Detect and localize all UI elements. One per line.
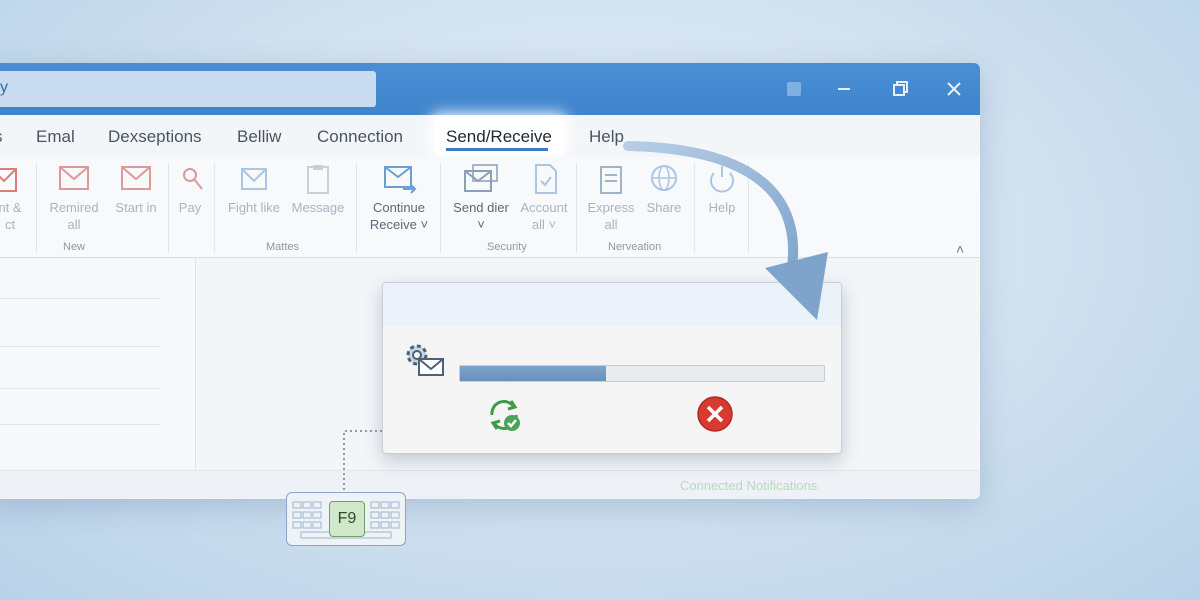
ribbon-button-label: Remired xyxy=(49,200,99,215)
restore-button[interactable] xyxy=(886,75,914,103)
collapse-ribbon-button[interactable]: ˄ xyxy=(956,241,964,257)
envelope-red-icon xyxy=(0,168,17,192)
ribbon-button-start-in[interactable]: Start in xyxy=(108,163,164,216)
ribbon-button-remired-all[interactable]: Remired all xyxy=(44,163,104,233)
list-divider xyxy=(0,424,160,425)
ribbon-button-label: Message xyxy=(291,200,345,215)
ribbon-button-account-all[interactable]: Account all ˅ xyxy=(516,163,572,233)
minimize-icon xyxy=(838,88,850,90)
group-separator xyxy=(36,163,37,253)
list-divider xyxy=(0,388,160,389)
envelope-icon xyxy=(121,166,151,190)
ribbon-button-label: Receive ˅ xyxy=(369,217,429,232)
gear-envelope-icon xyxy=(406,344,444,376)
list-divider xyxy=(0,298,160,299)
sync-check-icon[interactable] xyxy=(484,395,524,435)
tab-send-receive[interactable]: Send/Receive xyxy=(434,117,564,155)
tab-partial[interactable]: s xyxy=(0,127,3,147)
group-separator xyxy=(168,163,169,253)
ribbon-button-label: nt & xyxy=(0,200,22,215)
app-icon[interactable] xyxy=(780,75,808,103)
ribbon-button-label: all ˅ xyxy=(531,217,557,232)
key-icon xyxy=(183,168,203,190)
ribbon-button-label: Pay xyxy=(178,200,202,215)
envelope-arrow-icon xyxy=(59,166,89,190)
restore-icon xyxy=(893,81,908,96)
cancel-x-icon[interactable] xyxy=(697,396,733,432)
list-divider xyxy=(0,346,160,347)
tab-dexseptions[interactable]: Dexseptions xyxy=(108,127,202,147)
ribbon-button-label: Continue xyxy=(372,200,426,215)
group-separator xyxy=(576,163,577,253)
group-separator xyxy=(356,163,357,253)
group-label-mattes: Mattes xyxy=(266,241,300,253)
clipboard-icon xyxy=(307,165,329,194)
ribbon-button-label: Fight like xyxy=(227,200,281,215)
title-bar: y xyxy=(0,63,980,115)
title-search-field[interactable]: y xyxy=(0,71,376,107)
close-button[interactable] xyxy=(940,75,968,103)
ribbon-button-fight-like[interactable]: Fight like xyxy=(222,163,286,216)
progress-bar xyxy=(459,365,825,382)
ribbon-button-label: all xyxy=(67,217,81,232)
progress-fill xyxy=(460,366,606,381)
ribbon-button-send-dier[interactable]: Send dier ˅ xyxy=(448,163,514,233)
keyboard-shortcut-graphic: F9 xyxy=(286,492,406,546)
curved-arrow-icon xyxy=(623,141,828,320)
group-label-new: New xyxy=(63,241,86,253)
group-separator xyxy=(214,163,215,253)
f9-key: F9 xyxy=(329,501,365,537)
group-label-security: Security xyxy=(487,241,527,253)
document-check-icon xyxy=(535,164,557,194)
ribbon-button-pay[interactable]: Pay xyxy=(172,163,208,216)
group-separator xyxy=(440,163,441,253)
ribbon-button-label: ct xyxy=(4,217,16,232)
send-envelope-icon xyxy=(241,168,267,190)
ribbon-button-new-partial[interactable]: nt & ct xyxy=(0,163,30,233)
tab-connection[interactable]: Connection xyxy=(317,127,403,147)
envelope-arrow-icon xyxy=(384,166,417,194)
status-bar: Connected Notifications xyxy=(0,470,980,499)
ribbon-button-message[interactable]: Message xyxy=(288,163,348,216)
ribbon-button-label: Send dier xyxy=(453,200,509,215)
ribbon-button-continue-receive[interactable]: Continue Receive ˅ xyxy=(364,163,434,233)
envelope-stack-icon xyxy=(464,164,498,192)
ribbon-button-label: Start in xyxy=(115,200,157,215)
ribbon-button-label: ˅ xyxy=(477,217,485,232)
title-field-text: y xyxy=(0,79,8,96)
minimize-button[interactable] xyxy=(830,75,858,103)
close-icon xyxy=(947,82,961,96)
status-text: Connected Notifications xyxy=(680,478,818,493)
folder-pane xyxy=(0,258,196,470)
tab-email[interactable]: Emal xyxy=(36,127,75,147)
tab-help[interactable]: Help xyxy=(589,127,624,147)
ribbon-button-label: Account xyxy=(520,200,568,215)
connector-line xyxy=(343,430,382,492)
tab-belliw[interactable]: Belliw xyxy=(237,127,281,147)
